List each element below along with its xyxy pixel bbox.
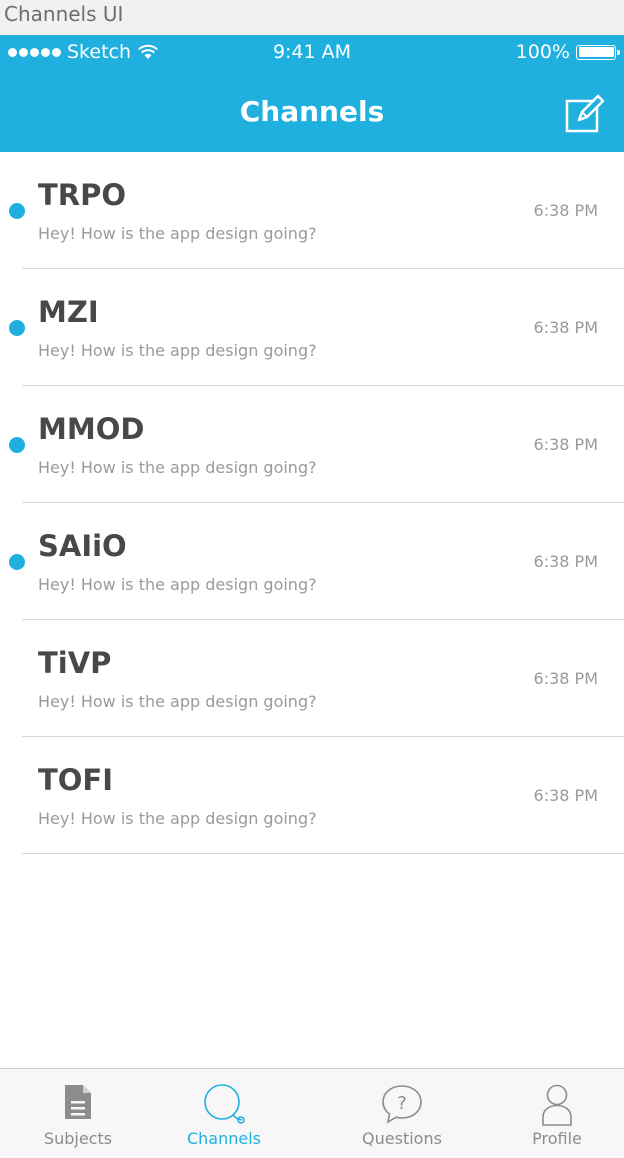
tab-label: Subjects bbox=[43, 1129, 113, 1148]
channel-preview: Hey! How is the app design going? bbox=[38, 224, 317, 243]
tab-subjects[interactable]: Subjects bbox=[0, 1069, 156, 1158]
document-icon bbox=[65, 1085, 91, 1119]
channel-preview: Hey! How is the app design going? bbox=[38, 809, 317, 828]
channel-preview: Hey! How is the app design going? bbox=[38, 575, 317, 594]
unread-indicator bbox=[9, 437, 25, 453]
battery-icon bbox=[576, 44, 620, 60]
channel-time: 6:38 PM bbox=[533, 669, 598, 688]
tab-bar: Subjects Channels ? Questions Profile bbox=[0, 1068, 624, 1158]
tab-channels[interactable]: Channels bbox=[146, 1069, 302, 1158]
unread-indicator bbox=[9, 203, 25, 219]
channel-row[interactable]: TiVP Hey! How is the app design going? 6:3… bbox=[0, 620, 624, 737]
channel-preview: Hey! How is the app design going? bbox=[38, 458, 317, 477]
channel-time: 6:38 PM bbox=[533, 318, 598, 337]
person-icon bbox=[542, 1084, 572, 1126]
channel-row[interactable]: TOFI Hey! How is the app design going? 6:3… bbox=[0, 737, 624, 854]
status-bar: Sketch 9:41 AM 100% bbox=[0, 35, 624, 71]
channel-row[interactable]: MMOD Hey! How is the app design going? 6:3… bbox=[0, 386, 624, 503]
unread-indicator bbox=[9, 554, 25, 570]
svg-text:?: ? bbox=[397, 1093, 407, 1114]
channel-name: SAIiO bbox=[38, 529, 127, 563]
window-title: Channels UI bbox=[0, 0, 624, 35]
channel-row[interactable]: SAIiO Hey! How is the app design going? 6:… bbox=[0, 503, 624, 620]
tab-questions[interactable]: ? Questions bbox=[324, 1069, 480, 1158]
channel-name: MZI bbox=[38, 295, 99, 329]
channel-name: TiVP bbox=[38, 646, 112, 680]
tab-profile[interactable]: Profile bbox=[479, 1069, 624, 1158]
question-bubble-icon: ? bbox=[382, 1085, 422, 1124]
chat-bubble-icon bbox=[204, 1084, 245, 1124]
channel-list: TRPO Hey! How is the app design going? 6:3… bbox=[0, 152, 624, 854]
channel-row[interactable]: TRPO Hey! How is the app design going? 6:3… bbox=[0, 152, 624, 269]
channel-name: TOFI bbox=[38, 763, 114, 797]
channel-time: 6:38 PM bbox=[533, 435, 598, 454]
status-right: 100% bbox=[515, 41, 620, 63]
channel-name: TRPO bbox=[38, 178, 127, 212]
app-header: Sketch 9:41 AM 100% Channels bbox=[0, 35, 624, 152]
compose-icon[interactable] bbox=[564, 93, 606, 135]
unread-indicator bbox=[9, 320, 25, 336]
tab-label: Channels bbox=[186, 1129, 262, 1148]
channel-row[interactable]: MZI Hey! How is the app design going? 6:38… bbox=[0, 269, 624, 386]
channel-time: 6:38 PM bbox=[533, 201, 598, 220]
battery-percent: 100% bbox=[515, 41, 570, 63]
channel-time: 6:38 PM bbox=[533, 552, 598, 571]
channel-name: MMOD bbox=[38, 412, 145, 446]
channel-preview: Hey! How is the app design going? bbox=[38, 692, 317, 711]
channel-preview: Hey! How is the app design going? bbox=[38, 341, 317, 360]
page-title: Channels bbox=[239, 95, 385, 128]
tab-label: Profile bbox=[532, 1129, 582, 1148]
tab-label: Questions bbox=[362, 1129, 442, 1148]
channel-time: 6:38 PM bbox=[533, 786, 598, 805]
